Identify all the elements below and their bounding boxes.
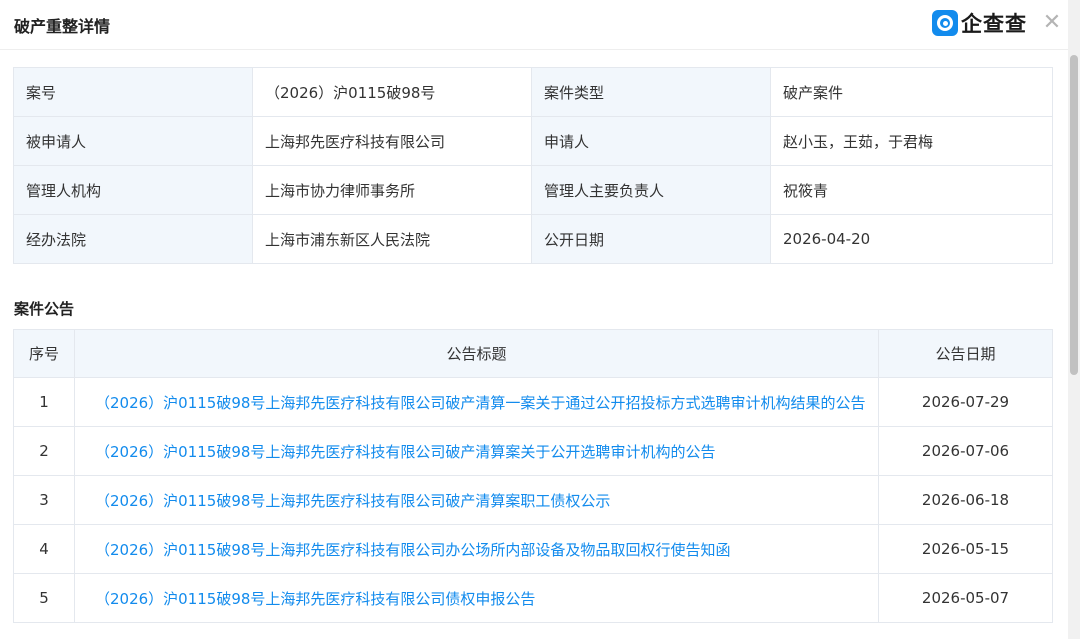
table-row: 2 （2026）沪0115破98号上海邦先医疗科技有限公司破产清算案关于公开选聘… bbox=[13, 426, 1053, 476]
row-index: 3 bbox=[13, 475, 75, 525]
column-header-title: 公告标题 bbox=[74, 329, 879, 378]
announcement-title-link[interactable]: （2026）沪0115破98号上海邦先医疗科技有限公司破产清算一案关于通过公开招… bbox=[74, 377, 879, 427]
publish-date-label: 公开日期 bbox=[531, 214, 771, 264]
announcement-title-link[interactable]: （2026）沪0115破98号上海邦先医疗科技有限公司办公场所内部设备及物品取回… bbox=[74, 524, 879, 574]
case-info-row: 经办法院 上海市浦东新区人民法院 公开日期 2026-04-20 bbox=[13, 214, 1053, 264]
announcement-date: 2026-05-07 bbox=[878, 573, 1053, 623]
case-number-label: 案号 bbox=[13, 67, 253, 117]
respondent-link[interactable]: 上海邦先医疗科技有限公司 bbox=[252, 116, 532, 166]
applicant-label: 申请人 bbox=[531, 116, 771, 166]
row-index: 2 bbox=[13, 426, 75, 476]
scrollbar[interactable] bbox=[1068, 0, 1080, 639]
table-row: 5 （2026）沪0115破98号上海邦先医疗科技有限公司债权申报公告 2026… bbox=[13, 573, 1053, 623]
row-index: 5 bbox=[13, 573, 75, 623]
section-title-announcements: 案件公告 bbox=[14, 300, 75, 318]
announcement-date: 2026-06-18 bbox=[878, 475, 1053, 525]
dialog-title: 破产重整详情 bbox=[14, 17, 111, 36]
respondent-label: 被申请人 bbox=[13, 116, 253, 166]
case-info-table: 案号 （2026）沪0115破98号 案件类型 破产案件 被申请人 上海邦先医疗… bbox=[13, 67, 1053, 264]
case-type-label: 案件类型 bbox=[531, 67, 771, 117]
table-row: 1 （2026）沪0115破98号上海邦先医疗科技有限公司破产清算一案关于通过公… bbox=[13, 377, 1053, 427]
announcement-date: 2026-07-29 bbox=[878, 377, 1053, 427]
announcement-title-link[interactable]: （2026）沪0115破98号上海邦先医疗科技有限公司破产清算案关于公开选聘审计… bbox=[74, 426, 879, 476]
administrator-head-value: 祝筱青 bbox=[770, 165, 1053, 215]
brand-name: 企查查 bbox=[961, 12, 1027, 36]
brand-logo: 企查查 bbox=[932, 9, 1027, 37]
announcement-date: 2026-07-06 bbox=[878, 426, 1053, 476]
court-label: 经办法院 bbox=[13, 214, 253, 264]
administrator-head-label: 管理人主要负责人 bbox=[531, 165, 771, 215]
case-type-value: 破产案件 bbox=[770, 67, 1053, 117]
column-header-index: 序号 bbox=[13, 329, 75, 378]
announcements-header-row: 序号 公告标题 公告日期 bbox=[13, 329, 1053, 378]
dialog-header: 破产重整详情 企查查 ✕ bbox=[0, 0, 1068, 50]
column-header-date: 公告日期 bbox=[878, 329, 1053, 378]
publish-date-value: 2026-04-20 bbox=[770, 214, 1053, 264]
row-index: 1 bbox=[13, 377, 75, 427]
case-info-row: 管理人机构 上海市协力律师事务所 管理人主要负责人 祝筱青 bbox=[13, 165, 1053, 215]
case-number-link[interactable]: （2026）沪0115破98号 bbox=[252, 67, 532, 117]
announcement-date: 2026-05-15 bbox=[878, 524, 1053, 574]
announcements-table: 序号 公告标题 公告日期 1 （2026）沪0115破98号上海邦先医疗科技有限… bbox=[13, 329, 1053, 623]
court-value: 上海市浦东新区人民法院 bbox=[252, 214, 532, 264]
qichacha-logo-icon bbox=[932, 10, 958, 36]
table-row: 3 （2026）沪0115破98号上海邦先医疗科技有限公司破产清算案职工债权公示… bbox=[13, 475, 1053, 525]
table-row: 4 （2026）沪0115破98号上海邦先医疗科技有限公司办公场所内部设备及物品… bbox=[13, 524, 1053, 574]
announcement-title-link[interactable]: （2026）沪0115破98号上海邦先医疗科技有限公司债权申报公告 bbox=[74, 573, 879, 623]
case-info-row: 被申请人 上海邦先医疗科技有限公司 申请人 赵小玉，王茹，于君梅 bbox=[13, 116, 1053, 166]
close-icon[interactable]: ✕ bbox=[1042, 12, 1062, 34]
scrollbar-thumb[interactable] bbox=[1070, 55, 1078, 375]
administrator-label: 管理人机构 bbox=[13, 165, 253, 215]
row-index: 4 bbox=[13, 524, 75, 574]
administrator-value: 上海市协力律师事务所 bbox=[252, 165, 532, 215]
announcement-title-link[interactable]: （2026）沪0115破98号上海邦先医疗科技有限公司破产清算案职工债权公示 bbox=[74, 475, 879, 525]
case-info-row: 案号 （2026）沪0115破98号 案件类型 破产案件 bbox=[13, 67, 1053, 117]
applicant-value: 赵小玉，王茹，于君梅 bbox=[770, 116, 1053, 166]
